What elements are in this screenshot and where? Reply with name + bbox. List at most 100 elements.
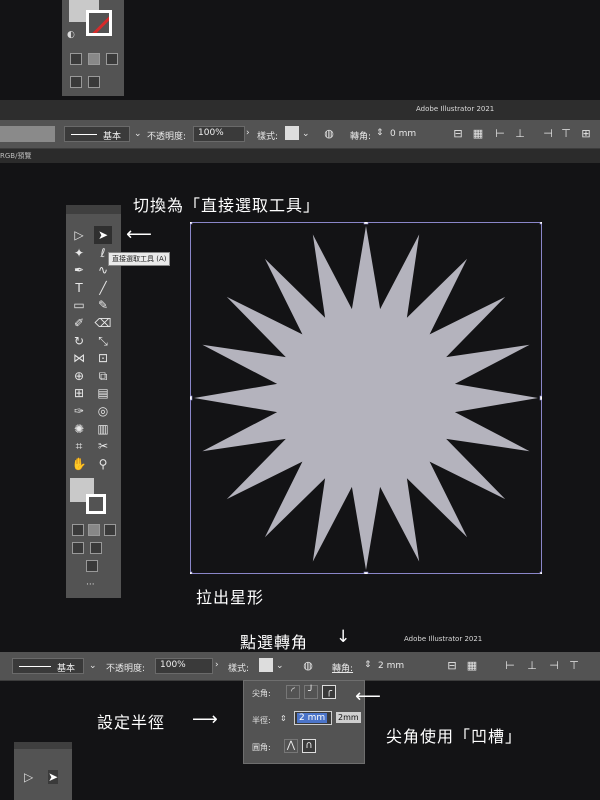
draw-normal-icon[interactable] [72,542,84,554]
align-vcenter-icon[interactable]: ⊞ [580,128,592,140]
slice-tool-icon[interactable]: ✂ [94,437,112,455]
arrow-left-icon-2: ⟵ [355,686,382,707]
draw-behind-icon[interactable] [90,542,102,554]
stroke-swatch[interactable] [86,10,112,36]
align-right-icon-2[interactable]: ⊣ [548,660,560,672]
screen-mode-icon-2[interactable] [86,560,98,572]
artboard-tool-icon[interactable]: ⌗ [70,437,88,455]
corners-popover: 尖角: ◜ ╯ ╭ 半徑: ⇕ 2 mm 2mm 圓角: ⋀ ∩ [243,680,365,764]
zoom-tool-icon[interactable]: ⚲ [94,455,112,473]
canvas-selection[interactable] [190,222,542,574]
column-graph-tool-icon[interactable]: ▥ [94,420,112,438]
corner-inverted-button[interactable]: ╯ [304,685,318,699]
corner-chamfer-button[interactable]: ╭ [322,685,336,699]
annotation-draw-star: 拉出星形 [196,588,265,607]
rectangle-tool-icon[interactable]: ▭ [70,296,88,314]
screen-mode-icon[interactable] [88,76,100,88]
direct-selection-tool-icon[interactable]: ➤ [48,770,59,784]
shaper-tool-icon[interactable]: ✐ [70,314,88,332]
type-tool-icon[interactable]: T [70,279,88,297]
arrow-left-icon: ⟵ [126,224,153,245]
radius-input[interactable]: 2 mm [294,711,332,725]
style-swatch[interactable] [285,126,299,140]
document-tab[interactable]: RGB/預覽 [0,151,31,161]
eyedropper-tool-icon[interactable]: ✑ [70,402,88,420]
gradient-icon[interactable] [88,524,100,536]
opacity-arrow-icon-2[interactable]: › [215,660,219,670]
opacity-arrow-icon[interactable]: › [246,128,250,138]
title-bar-top: Adobe Illustrator 2021 [0,100,600,120]
scale-tool-icon[interactable]: ⤡ [94,332,112,350]
toolbox-header[interactable] [66,205,121,214]
direct-selection-tool-icon[interactable]: ➤ [94,226,112,244]
align-top-icon[interactable]: ⊤ [560,128,572,140]
radius-value: 2 mm [297,713,328,723]
selection-tool-icon[interactable]: ▷ [24,770,33,784]
corner-value[interactable]: 0 mm [390,129,416,139]
stroke-line-preview [71,134,97,135]
rounding-absolute-button[interactable]: ∩ [302,739,316,753]
dropdown-chevron-icon-2[interactable]: ⌄ [89,661,97,671]
style-chevron-icon-2[interactable]: ⌄ [276,661,284,671]
recolor-icon-2[interactable]: ◍ [302,660,314,672]
stroke-style-dropdown[interactable]: 基本 [64,126,130,142]
eraser-tool-icon[interactable]: ⌫ [94,314,112,332]
opacity-label-2: 不透明度: [106,664,146,674]
align-selection-icon-2[interactable]: ▦ [466,660,478,672]
align-right-icon[interactable]: ⊣ [542,128,554,140]
edit-toolbar-button[interactable]: ··· [86,580,95,590]
align-left-icon[interactable]: ⊢ [494,128,506,140]
blend-tool-icon[interactable]: ◎ [94,402,112,420]
corner-label-2[interactable]: 轉角: [332,661,353,674]
radius-label: 半徑: [252,716,271,725]
align-hcenter-icon-2[interactable]: ⊥ [526,660,538,672]
pen-tool-icon[interactable]: ✒ [70,261,88,279]
default-colors-icon[interactable]: ◐ [67,30,77,40]
dropdown-chevron-icon[interactable]: ⌄ [134,129,142,139]
paintbrush-tool-icon[interactable]: ✎ [94,296,112,314]
symbol-sprayer-tool-icon[interactable]: ✺ [70,420,88,438]
align-selection-icon[interactable]: ▦ [472,128,484,140]
transform-icon[interactable]: ⊟ [452,128,464,140]
width-tool-icon[interactable]: ⋈ [70,349,88,367]
free-transform-tool-icon[interactable]: ⊡ [94,349,112,367]
style-chevron-icon[interactable]: ⌄ [302,129,310,139]
radius-hint: 2mm [336,712,361,723]
align-hcenter-icon[interactable]: ⊥ [514,128,526,140]
corner-stepper-icon-2[interactable]: ⇕ [364,660,372,670]
star-shape[interactable] [194,226,538,570]
tooltip: 直接選取工具 (A) [108,252,171,266]
align-left-icon-2[interactable]: ⊢ [504,660,516,672]
magic-wand-tool-icon[interactable]: ✦ [70,244,88,262]
rotate-tool-icon[interactable]: ↻ [70,332,88,350]
opacity-field-2[interactable]: 100% [155,658,213,674]
line-tool-icon[interactable]: ╱ [94,279,112,297]
stroke-style-dropdown-2[interactable]: 基本 [12,658,84,674]
none-mode-icon[interactable] [106,53,118,65]
color-icon[interactable] [72,524,84,536]
stroke-swatch-large[interactable] [86,494,106,514]
draw-mode-icon[interactable] [70,76,82,88]
app-title: Adobe Illustrator 2021 [416,105,495,113]
gradient-mode-icon[interactable] [88,53,100,65]
radius-stepper-icon[interactable]: ⇕ [280,714,287,723]
none-icon[interactable] [104,524,116,536]
gradient-tool-icon[interactable]: ▤ [94,384,112,402]
rounding-relative-button[interactable]: ⋀ [284,739,298,753]
selection-tool-icon[interactable]: ▷ [70,226,88,244]
opacity-field[interactable]: 100% [193,126,245,142]
corner-stepper-icon[interactable]: ⇕ [376,128,384,138]
color-mode-icon[interactable] [70,53,82,65]
mesh-tool-icon[interactable]: ⊞ [70,384,88,402]
style-swatch-2[interactable] [259,658,273,672]
shape-builder-tool-icon[interactable]: ⊕ [70,367,88,385]
hand-tool-icon[interactable]: ✋ [70,455,88,473]
corner-label: 轉角: [350,132,372,142]
align-top-icon-2[interactable]: ⊤ [568,660,580,672]
perspective-tool-icon[interactable]: ⧉ [94,367,112,385]
recolor-icon[interactable]: ◍ [323,128,335,140]
corner-value-2[interactable]: 2 mm [378,661,404,671]
stroke-weight-field[interactable] [0,126,55,142]
corner-round-button[interactable]: ◜ [286,685,300,699]
transform-icon-2[interactable]: ⊟ [446,660,458,672]
